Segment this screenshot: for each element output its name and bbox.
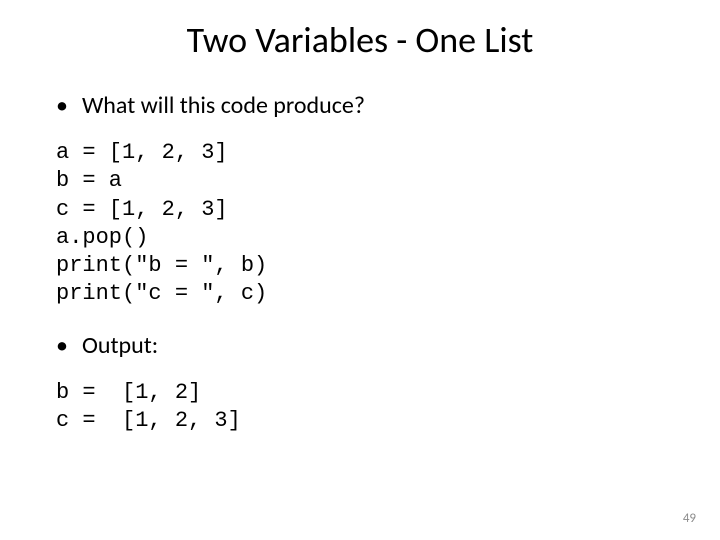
output-label: Output:: [82, 330, 158, 361]
code-block: a = [1, 2, 3] b = a c = [1, 2, 3] a.pop(…: [56, 139, 670, 308]
question-bullet: • What will this code produce?: [56, 90, 670, 121]
slide-title: Two Variables - One List: [50, 18, 670, 62]
slide: Two Variables - One List • What will thi…: [0, 0, 720, 436]
page-number: 49: [683, 511, 696, 526]
output-label-bullet: • Output:: [56, 330, 670, 361]
question-text: What will this code produce?: [82, 90, 365, 121]
bullet-dot-icon: •: [56, 330, 68, 361]
output-block: b = [1, 2] c = [1, 2, 3]: [56, 379, 670, 435]
bullet-dot-icon: •: [56, 90, 68, 121]
